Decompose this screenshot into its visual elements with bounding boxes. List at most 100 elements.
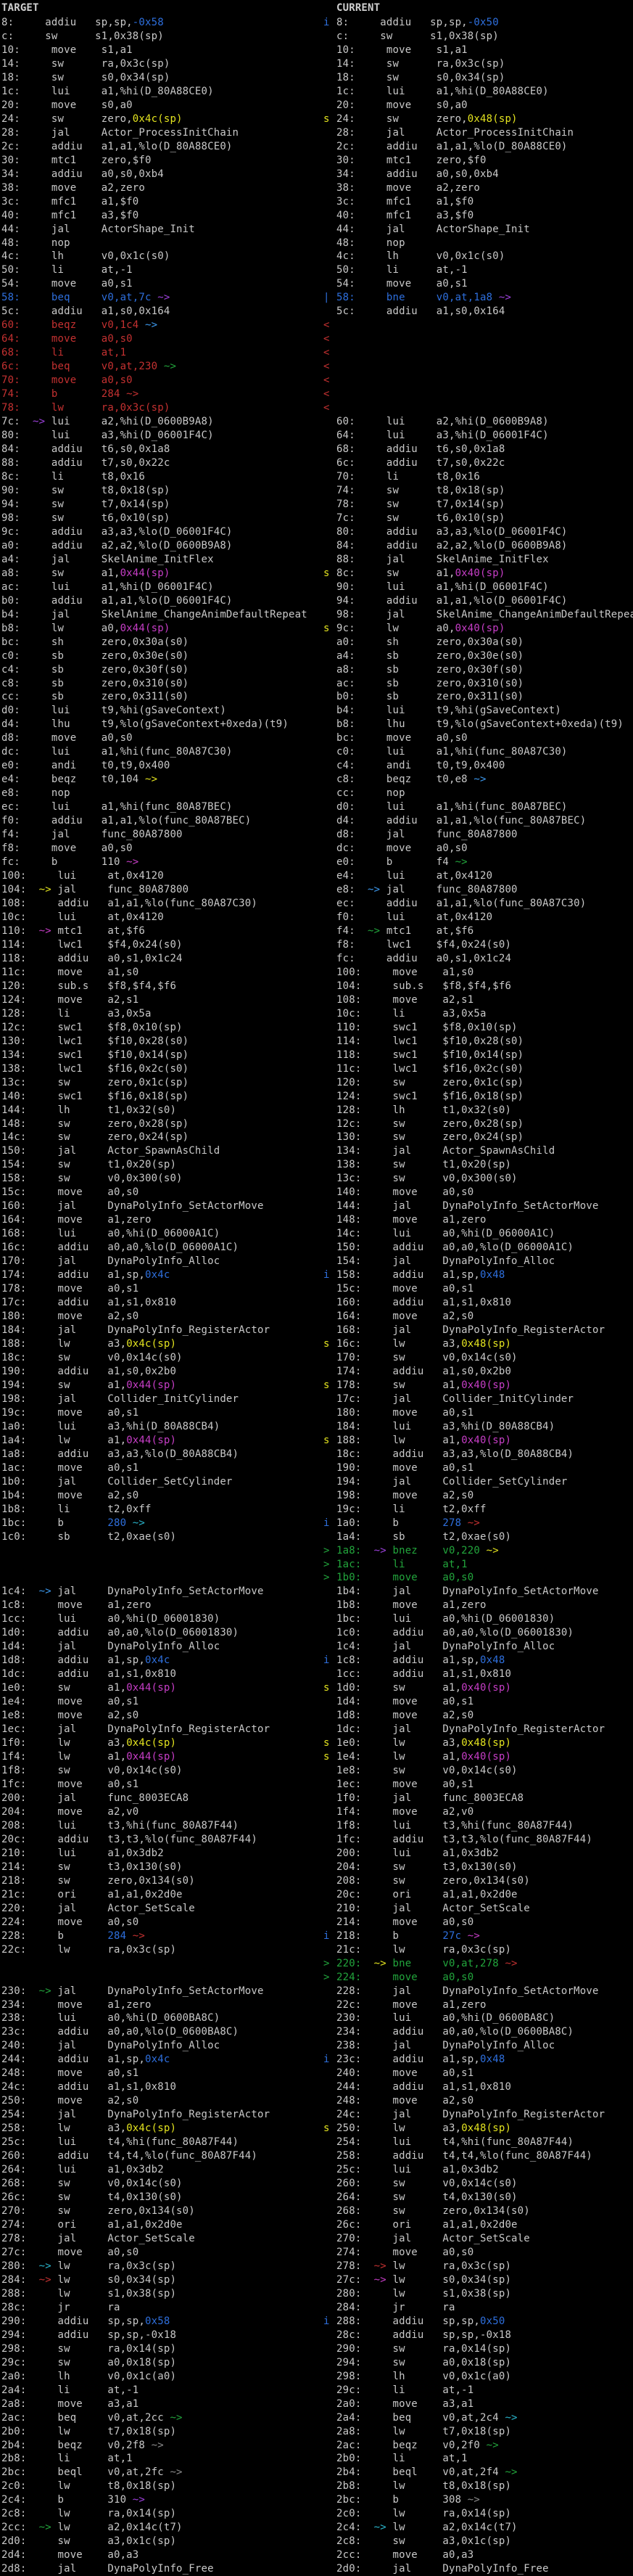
diff-row: 254: jal DynaPolyInfo_RegisterActor24c: … xyxy=(0,2108,633,2122)
asm-line-right: 2c: addiu a1,a1,%lo(D_80A88CE0) xyxy=(336,140,633,154)
asm-line-left: 15c: move a0,s0 xyxy=(1,1186,318,1199)
asm-line-right: 204: sw t3,0x130(s0) xyxy=(336,1861,633,1874)
asm-line-right: 2b0: li at,1 xyxy=(336,2452,633,2466)
asm-line-left: 2c8: lw ra,0x14(sp) xyxy=(1,2507,318,2521)
asm-line-right: 80: addiu a3,a3,%lo(D_06001F4C) xyxy=(336,525,633,539)
diff-row: 128: li a3,0x5a10c: li a3,0x5a xyxy=(0,1007,633,1021)
asm-line-right: c4: andi t0,t9,0x400 xyxy=(336,759,633,773)
diff-row: e8: nop cc: nop xyxy=(0,787,633,800)
asm-line-right: 10c: li a3,0x5a xyxy=(336,1007,633,1021)
asm-line-left: 108: addiu a1,a1,%lo(func_80A87C30) xyxy=(1,897,318,911)
diff-marker xyxy=(323,704,336,718)
diff-marker xyxy=(323,2329,336,2342)
asm-line-left: 24c: addiu a1,s1,0x810 xyxy=(1,2080,318,2094)
diff-row: f4: jal func_80A87800d8: jal func_80A878… xyxy=(0,828,633,842)
diff-row: 264: lui a1,0x3db225c: lui a1,0x3db2 xyxy=(0,2163,633,2177)
asm-line-right: 2b8: lw t8,0x18(sp) xyxy=(336,2479,633,2493)
asm-line-right: 74: sw t8,0x18(sp) xyxy=(336,484,633,498)
asm-line-left: 268: sw v0,0x14c(s0) xyxy=(1,2177,318,2191)
asm-line-right: 9c: lw a0,0x40(sp) xyxy=(336,622,633,636)
diff-marker: > xyxy=(323,1558,336,1572)
asm-line-right: 110: swc1 $f8,0x10(sp) xyxy=(336,1021,633,1035)
diff-row: 258: lw a3,0x4c(sp)s250: lw a3,0x48(sp) xyxy=(0,2122,633,2136)
diff-row: >220: ~> bne v0,at,278 ~> xyxy=(0,1957,633,1971)
asm-line-left: dc: lui a1,%hi(func_80A87C30) xyxy=(1,745,318,759)
diff-row: f8: move a0,s0dc: move a0,s0 xyxy=(0,842,633,856)
diff-marker xyxy=(323,2025,336,2039)
diff-row: 7c: ~> lui a2,%hi(D_0600B9A8)60: lui a2,… xyxy=(0,415,633,429)
diff-marker: > xyxy=(323,1544,336,1558)
diff-row: >1ac: li at,1 xyxy=(0,1558,633,1572)
diff-row: 2d8: jal DynaPolyInfo_Free2d0: jal DynaP… xyxy=(0,2562,633,2576)
diff-marker xyxy=(323,2108,336,2122)
diff-marker xyxy=(323,1049,336,1062)
diff-marker: s xyxy=(323,567,336,581)
asm-line-left: f0: addiu a1,a1,%lo(func_80A87BEC) xyxy=(1,814,318,828)
asm-line-left: 21c: ori a1,a1,0x2d0e xyxy=(1,1888,318,1902)
diff-row: 1f4: lw a1,0x44(sp)s1e4: lw a1,0x40(sp) xyxy=(0,1750,633,1764)
asm-line-right: 94: addiu a1,a1,%lo(D_06001F4C) xyxy=(336,594,633,608)
diff-marker: i xyxy=(323,16,336,30)
asm-line-left: 74: b 284 ~> xyxy=(1,387,318,401)
diff-marker xyxy=(323,911,336,924)
asm-line-left: c8: sb zero,0x310(s0) xyxy=(1,677,318,691)
diff-marker xyxy=(323,1668,336,1681)
asm-line-left: a8: sw a1,0x44(sp) xyxy=(1,567,318,581)
asm-line-right: 29c: li at,-1 xyxy=(336,2384,633,2397)
asm-line-left: 1f8: sw v0,0x14c(s0) xyxy=(1,1764,318,1778)
diff-marker xyxy=(323,1131,336,1144)
asm-line-left: 14c: sw zero,0x24(sp) xyxy=(1,1131,318,1144)
asm-line-left: 254: jal DynaPolyInfo_RegisterActor xyxy=(1,2108,318,2122)
asm-line-right: 1cc: addiu a1,s1,0x810 xyxy=(336,1668,633,1681)
diff-marker: < xyxy=(323,374,336,387)
diff-row: 288: lw s1,0x38(sp)280: lw s1,0x38(sp) xyxy=(0,2287,633,2301)
diff-row: 2d0: sw a3,0x1c(sp)2c8: sw a3,0x1c(sp) xyxy=(0,2535,633,2548)
diff-marker xyxy=(323,443,336,456)
asm-line-left: 2d0: sw a3,0x1c(sp) xyxy=(1,2535,318,2548)
asm-line-left: 2d8: jal DynaPolyInfo_Free xyxy=(1,2562,318,2576)
asm-line-left xyxy=(1,1544,318,1558)
diff-marker xyxy=(323,1998,336,2012)
asm-line-right: 13c: sw v0,0x300(s0) xyxy=(336,1172,633,1186)
asm-line-left: 1e4: move a0,s1 xyxy=(1,1695,318,1709)
asm-line-left: 150: jal Actor_SpawnAsChild xyxy=(1,1144,318,1158)
asm-line-left: 184: jal DynaPolyInfo_RegisterActor xyxy=(1,1324,318,1337)
diff-marker xyxy=(323,126,336,140)
diff-marker xyxy=(323,1599,336,1612)
asm-line-right: 54: move a0,s1 xyxy=(336,277,633,291)
asm-line-right: fc: addiu a0,s1,0x1c24 xyxy=(336,952,633,966)
asm-line-right: 8: addiu sp,sp,-0x50 xyxy=(336,16,633,30)
diff-row: 130: lwc1 $f10,0x28(s0)114: lwc1 $f10,0x… xyxy=(0,1035,633,1049)
diff-marker: s xyxy=(323,1379,336,1392)
asm-line-left: 2a0: lh v0,0x1c(a0) xyxy=(1,2370,318,2384)
diff-marker xyxy=(323,856,336,869)
diff-marker xyxy=(323,470,336,484)
diff-marker xyxy=(323,1076,336,1090)
diff-row: 150: jal Actor_SpawnAsChild134: jal Acto… xyxy=(0,1144,633,1158)
diff-row: 94: sw t7,0x14(sp)78: sw t7,0x14(sp) xyxy=(0,498,633,512)
diff-row: 284: ~> lw s0,0x34(sp)27c: ~> lw s0,0x34… xyxy=(0,2273,633,2287)
diff-marker: s xyxy=(323,1434,336,1448)
asm-line-right: 1b8: move a1,zero xyxy=(336,1599,633,1612)
asm-line-right: 1c4: jal DynaPolyInfo_Alloc xyxy=(336,1640,633,1654)
diff-row: 15c: move a0,s0140: move a0,s0 xyxy=(0,1186,633,1199)
diff-marker xyxy=(323,1902,336,1916)
asm-line-left: 2b8: li at,1 xyxy=(1,2452,318,2466)
diff-row: 64: move a0,s0< xyxy=(0,332,633,346)
asm-line-right: 154: jal DynaPolyInfo_Alloc xyxy=(336,1255,633,1268)
asm-line-right: b8: lhu t9,%lo(gSaveContext+0xeda)(t9) xyxy=(336,718,633,731)
diff-marker xyxy=(323,553,336,567)
asm-line-right: 50: li at,-1 xyxy=(336,263,633,277)
asm-line-left: 148: sw zero,0x28(sp) xyxy=(1,1117,318,1131)
diff-row: 80: lui a3,%hi(D_06001F4C)64: lui a3,%hi… xyxy=(0,429,633,443)
diff-row: d8: move a0,s0bc: move a0,s0 xyxy=(0,731,633,745)
asm-line-left: 1b4: move a2,s0 xyxy=(1,1489,318,1503)
asm-line-left: 288: lw s1,0x38(sp) xyxy=(1,2287,318,2301)
diff-row: 24c: addiu a1,s1,0x810244: addiu a1,s1,0… xyxy=(0,2080,633,2094)
diff-row: 298: sw ra,0x14(sp)290: sw ra,0x14(sp) xyxy=(0,2342,633,2356)
diff-row: 1cc: lui a0,%hi(D_06001830)1bc: lui a0,%… xyxy=(0,1612,633,1626)
diff-marker xyxy=(323,2273,336,2287)
asm-line-left: 1d8: addiu a1,sp,0x4c xyxy=(1,1654,318,1668)
diff-marker xyxy=(323,415,336,429)
asm-line-left: 3c: mfc1 a1,$f0 xyxy=(1,195,318,209)
